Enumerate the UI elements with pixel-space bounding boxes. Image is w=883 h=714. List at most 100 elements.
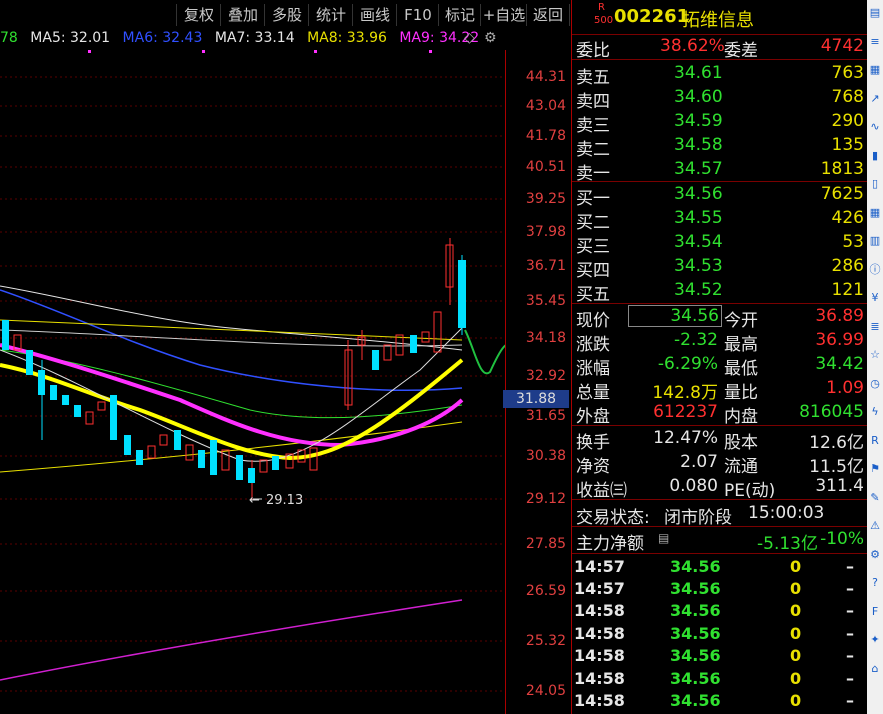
chart-icon[interactable]: ↗ bbox=[868, 92, 882, 106]
quote-value: 34.42 bbox=[815, 354, 864, 374]
y-tick-label: 40.51 bbox=[525, 159, 566, 175]
statistics-button[interactable]: 统计 bbox=[308, 4, 353, 26]
diamond-icon[interactable]: ◇ bbox=[464, 30, 475, 46]
tick-vol: 0 bbox=[790, 624, 802, 643]
buy-vol: 426 bbox=[831, 208, 864, 228]
stats-value: 12.6亿 bbox=[809, 433, 864, 453]
settings-icon[interactable]: ⚙ bbox=[868, 548, 882, 562]
star-icon[interactable]: ☆ bbox=[868, 348, 882, 362]
low-marker-arrowhead: ← bbox=[249, 493, 260, 508]
multi-stock-button[interactable]: 多股 bbox=[264, 4, 309, 26]
buy-label: 买四 bbox=[576, 261, 610, 281]
buy-row[interactable]: 买五 34.52 121 bbox=[572, 279, 868, 305]
help-icon[interactable]: ? bbox=[868, 576, 882, 590]
bar-icon[interactable]: ▯ bbox=[868, 177, 882, 191]
tick-vol: 0 bbox=[790, 579, 802, 598]
sell-price: 34.61 bbox=[674, 63, 723, 83]
tick-time: 14:58 bbox=[574, 601, 625, 620]
tool-icon[interactable]: ✦ bbox=[868, 633, 882, 647]
y-tick-label: 31.65 bbox=[525, 408, 566, 424]
main-flow-row[interactable]: 主力净额 ▤ -5.13亿 -10% bbox=[572, 528, 868, 554]
stock-title: R 500 002261 拓维信息 bbox=[572, 0, 868, 34]
volume-icon[interactable]: ▥ bbox=[868, 234, 882, 248]
quote-value: -2.32 bbox=[674, 330, 718, 350]
settings-small-icon[interactable]: ⚙ bbox=[484, 30, 497, 46]
buy-row[interactable]: 买三 34.54 53 bbox=[572, 231, 868, 257]
tick-row: 14:58 34.56 0 – bbox=[572, 600, 868, 622]
mark-button[interactable]: 标记 bbox=[438, 4, 481, 26]
buy-row[interactable]: 买二 34.55 426 bbox=[572, 207, 868, 233]
buy-price: 34.55 bbox=[674, 208, 723, 228]
alert-icon[interactable]: ⚠ bbox=[868, 519, 882, 533]
tick-time: 14:58 bbox=[574, 646, 625, 665]
current-price-tag: 31.88 bbox=[503, 390, 569, 408]
annotation-squiggle bbox=[464, 329, 505, 375]
stats-label: PE(动) bbox=[724, 481, 776, 501]
clock-icon[interactable]: ◷ bbox=[868, 377, 882, 391]
kline-chart[interactable]: ← 29.13 bbox=[0, 50, 505, 714]
tick-row: 14:57 34.56 0 – bbox=[572, 578, 868, 600]
info-icon[interactable]: ⓘ bbox=[868, 263, 882, 277]
sell-row[interactable]: 卖二 34.58 135 bbox=[572, 134, 868, 160]
sell-row[interactable]: 卖三 34.59 290 bbox=[572, 110, 868, 136]
line-icon[interactable]: ∿ bbox=[868, 120, 882, 134]
money-icon[interactable]: ¥ bbox=[868, 291, 882, 305]
overlay-button[interactable]: 叠加 bbox=[220, 4, 265, 26]
quote-value: 142.8万 bbox=[652, 383, 718, 403]
tick-row: 14:58 34.56 0 – bbox=[572, 623, 868, 645]
draw-line-button[interactable]: 画线 bbox=[352, 4, 397, 26]
grid-icon[interactable]: ▦ bbox=[868, 63, 882, 77]
back-button[interactable]: 返回 bbox=[526, 4, 570, 26]
ma-line-blue bbox=[0, 289, 463, 391]
quote-label: 涨幅 bbox=[576, 359, 610, 379]
buy-price: 34.56 bbox=[674, 184, 723, 204]
sell-price: 34.58 bbox=[674, 135, 723, 155]
menu-icon[interactable]: ▤ bbox=[868, 6, 882, 20]
tick-time: 14:58 bbox=[574, 691, 625, 710]
list-icon[interactable]: ▤ bbox=[658, 531, 669, 545]
quote-label: 现价 bbox=[576, 311, 610, 331]
home-icon[interactable]: ⌂ bbox=[868, 662, 882, 676]
sell-vol: 768 bbox=[831, 87, 864, 107]
ma-legend: 78 MA5: 32.01 MA6: 32.43 MA7: 33.14 MA8:… bbox=[0, 30, 505, 50]
current-price-box[interactable]: 34.56 bbox=[628, 305, 722, 327]
weicha-label: 委差 bbox=[724, 41, 758, 61]
stats-value: 12.47% bbox=[653, 428, 718, 448]
buy-price: 34.53 bbox=[674, 256, 723, 276]
tick-vol: 0 bbox=[790, 669, 802, 688]
stats-label: 股本 bbox=[724, 433, 758, 453]
tick-row: 14:58 34.56 0 – bbox=[572, 668, 868, 690]
sell-row[interactable]: 卖五 34.61 763 bbox=[572, 62, 868, 88]
quote-value: 36.89 bbox=[815, 306, 864, 326]
weibi-label: 委比 bbox=[576, 41, 610, 61]
add-watchlist-button[interactable]: +自选 bbox=[480, 4, 527, 26]
sell-label: 卖二 bbox=[576, 140, 610, 160]
y-tick-label: 35.45 bbox=[525, 293, 566, 309]
user-icon[interactable]: F bbox=[868, 605, 882, 619]
quote-row-price: 现价 34.56 今开 36.89 bbox=[572, 305, 868, 331]
filter-icon[interactable]: ✎ bbox=[868, 491, 882, 505]
sell-row[interactable]: 卖四 34.60 768 bbox=[572, 86, 868, 112]
tick-price: 34.56 bbox=[670, 691, 721, 710]
fuquan-button[interactable]: 复权 bbox=[176, 4, 221, 26]
y-tick-label: 34.18 bbox=[525, 330, 566, 346]
sell-row[interactable]: 卖一 34.57 1813 bbox=[572, 158, 868, 184]
ma-legend-item: MA7: 33.14 bbox=[214, 30, 295, 46]
list-icon[interactable]: ≡ bbox=[868, 35, 882, 49]
quote-panel: R 500 002261 拓维信息 委比 38.62% 委差 4742 卖五 34… bbox=[571, 0, 868, 714]
buy-row[interactable]: 买一 34.56 7625 bbox=[572, 183, 868, 209]
lightning-icon[interactable]: ϟ bbox=[868, 405, 882, 419]
right-sidebar: ▤ ≡ ▦ ↗ ∿ ▮ ▯ ▦ ▥ ⓘ ¥ ≣ ☆ ◷ ϟ R ⚑ ✎ ⚠ ⚙? F ✦ ⌂ bbox=[867, 0, 883, 714]
buy-row[interactable]: 买四 34.53 286 bbox=[572, 255, 868, 281]
candle-icon[interactable]: ▮ bbox=[868, 149, 882, 163]
compare-icon[interactable]: R bbox=[868, 434, 882, 448]
sell-vol: 763 bbox=[831, 63, 864, 83]
buy-price: 34.52 bbox=[674, 280, 723, 300]
news-icon[interactable]: ≣ bbox=[868, 320, 882, 334]
table-icon[interactable]: ▦ bbox=[868, 206, 882, 220]
main-flow-label: 主力净额 bbox=[576, 534, 644, 554]
quote-row: 涨幅 -6.29% 最低 34.42 bbox=[572, 353, 868, 379]
flag-icon[interactable]: ⚑ bbox=[868, 462, 882, 476]
f10-button[interactable]: F10 bbox=[396, 4, 439, 26]
sell-label: 卖五 bbox=[576, 68, 610, 88]
